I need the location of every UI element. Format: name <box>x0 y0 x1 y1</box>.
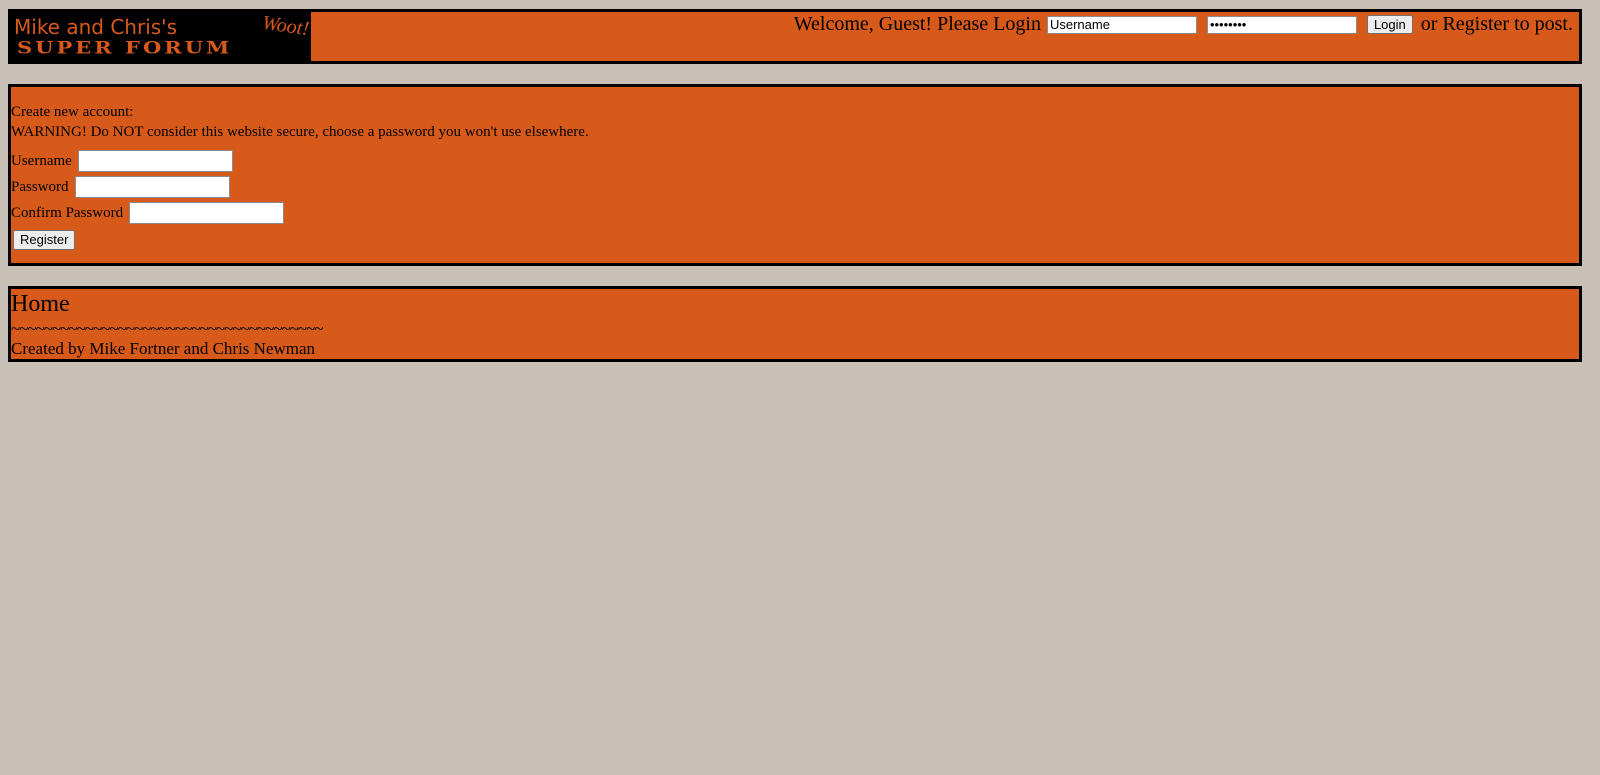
welcome-text: Welcome, Guest! Please Login <box>793 13 1041 35</box>
register-heading: Create new account: <box>11 104 134 120</box>
logo-title-line2: SUPER FORUM <box>17 37 233 58</box>
header-panel: Mike and Chris's Woot! SUPER FORUM Welco… <box>8 9 1582 64</box>
confirm-password-label: Confirm Password <box>11 205 124 221</box>
register-panel: Create new account: WARNING! Do NOT cons… <box>8 84 1582 266</box>
register-password-input[interactable] <box>74 176 230 198</box>
site-logo[interactable]: Mike and Chris's Woot! SUPER FORUM <box>11 12 311 61</box>
register-form: Create new account: WARNING! Do NOT cons… <box>11 102 589 250</box>
login-button[interactable]: Login <box>1366 15 1413 34</box>
register-username-input[interactable] <box>77 150 233 172</box>
register-confirm-password-input[interactable] <box>129 202 285 224</box>
logo-woot-text: Woot! <box>260 12 311 41</box>
home-title: Home <box>11 291 70 317</box>
register-button-row: Register <box>11 230 589 250</box>
footer-content: Home ~~~~~~~~~~~~~~~~~~~~~~~~~~~~~~~~~~~… <box>11 289 323 359</box>
or-text: or <box>1420 13 1438 35</box>
login-bar: Welcome, Guest! Please Login Login or Re… <box>794 13 1573 36</box>
password-label: Password <box>11 179 69 195</box>
logo-title-line1: Mike and Chris's <box>14 15 178 39</box>
to-post-text: to post. <box>1514 13 1573 35</box>
register-button[interactable]: Register <box>13 230 76 250</box>
footer-panel: Home ~~~~~~~~~~~~~~~~~~~~~~~~~~~~~~~~~~~… <box>8 286 1582 362</box>
login-username-input[interactable] <box>1046 15 1197 34</box>
tilde-divider: ~~~~~~~~~~~~~~~~~~~~~~~~~~~~~~~~~~~~~~ <box>11 319 323 338</box>
credits-text: Created by Mike Fortner and Chris Newman <box>11 339 316 358</box>
username-label: Username <box>11 153 72 169</box>
username-row: Username <box>11 148 589 174</box>
security-warning: WARNING! Do NOT consider this website se… <box>11 124 589 140</box>
confirm-password-row: Confirm Password <box>11 200 589 226</box>
register-link[interactable]: Register <box>1442 13 1509 36</box>
login-password-input[interactable] <box>1206 15 1357 34</box>
password-row: Password <box>11 174 589 200</box>
